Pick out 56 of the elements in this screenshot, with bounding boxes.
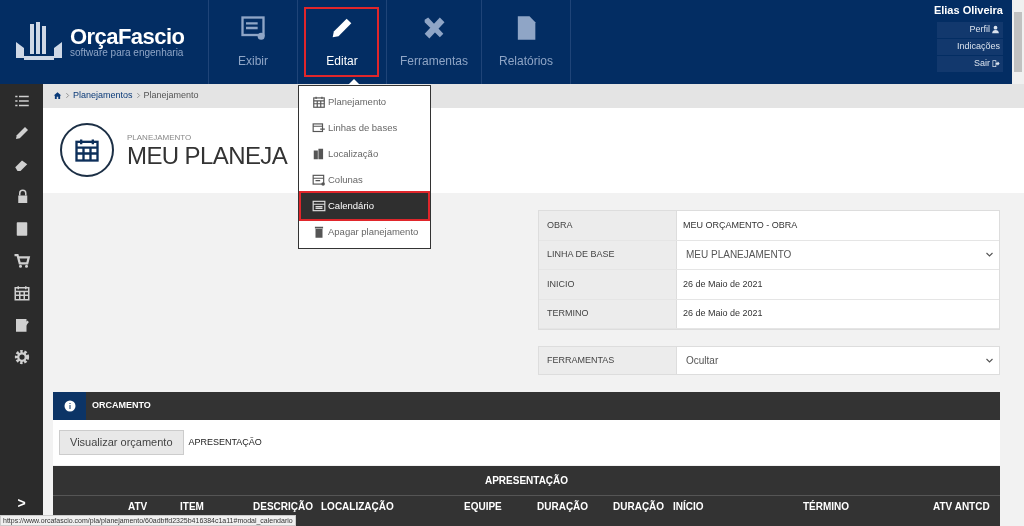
column-header: LOCALIZAÇÃO: [321, 502, 394, 512]
section-header: ORCAMENTO: [53, 392, 1000, 420]
section-label: APRESENTAÇÃO: [188, 435, 262, 449]
logo-tagline: software para engenharia: [70, 48, 185, 58]
calendar-icon: [312, 95, 326, 109]
sidebar-toggle[interactable]: >: [17, 496, 26, 510]
view-budget-button[interactable]: Visualizar orçamento: [59, 430, 184, 455]
info-icon: [63, 400, 76, 412]
menu-item[interactable]: Linhas de bases: [301, 115, 428, 141]
home-icon[interactable]: [53, 91, 62, 101]
calendar-icon[interactable]: [12, 284, 31, 302]
menu-item[interactable]: Colunas: [301, 167, 428, 193]
column-header: INÍCIO: [673, 502, 704, 512]
logo-text: OrçaFascio: [70, 26, 185, 48]
scrollbar-thumb[interactable]: [1014, 12, 1022, 72]
column-header: ITEM: [180, 502, 204, 512]
breadcrumb-link[interactable]: Planejamentos: [73, 89, 133, 103]
field-label: LINHA DE BASE: [539, 240, 677, 269]
building-icon: [312, 147, 326, 161]
menu-item[interactable]: Calendário: [301, 193, 428, 219]
user-menu-link[interactable]: Perfil: [937, 21, 1003, 39]
field-value: 26 de Maio de 2021: [682, 277, 764, 291]
column-header: DURAÇÃO: [537, 502, 589, 512]
page-subtitle: PLANEJAMENTO: [127, 132, 193, 145]
chevron-right-icon: [134, 92, 142, 100]
menu-item[interactable]: Apagar planejamento: [301, 219, 428, 245]
trash-icon: [312, 225, 326, 239]
page-title: MEU PLANEJA: [127, 144, 288, 169]
column-header: TÉRMINO: [803, 502, 850, 512]
column-header: EQUIPE: [464, 502, 502, 512]
column-header: ATV ANTCD: [933, 502, 990, 512]
cart-icon[interactable]: [12, 252, 31, 270]
window-icon: [312, 121, 326, 135]
column-header: DURAÇÃO: [613, 502, 665, 512]
field-label: TERMINO: [539, 299, 677, 328]
calendar-icon: [312, 199, 326, 213]
menu-item[interactable]: Planejamento: [301, 89, 428, 115]
breadcrumb-link[interactable]: Planejamento: [143, 89, 199, 103]
column-header: ATV: [128, 502, 148, 512]
window-eye-icon: [239, 14, 267, 42]
field-label: OBRA: [539, 211, 677, 240]
field-value: MEU ORÇAMENTO - OBRA: [682, 218, 799, 232]
exit-icon: [991, 59, 1000, 68]
user-name: Elias Oliveira: [933, 3, 1003, 18]
table-title: APRESENTAÇÃO: [53, 466, 1000, 496]
column-header: DESCRIÇÃO: [253, 502, 313, 512]
chevron-down-icon: [985, 250, 994, 260]
menu-item[interactable]: Localização: [301, 141, 428, 167]
baseline-select[interactable]: MEU PLANEJAMENTO: [677, 240, 999, 269]
field-label: INICIO: [539, 270, 677, 299]
table-icon: [312, 173, 326, 187]
field-value: 26 de Maio de 2021: [682, 307, 764, 320]
settings-icon[interactable]: [12, 348, 31, 366]
nav-tab[interactable]: Editar: [297, 0, 386, 84]
user-icon: [991, 25, 1000, 34]
chevron-right-icon: [64, 92, 71, 100]
